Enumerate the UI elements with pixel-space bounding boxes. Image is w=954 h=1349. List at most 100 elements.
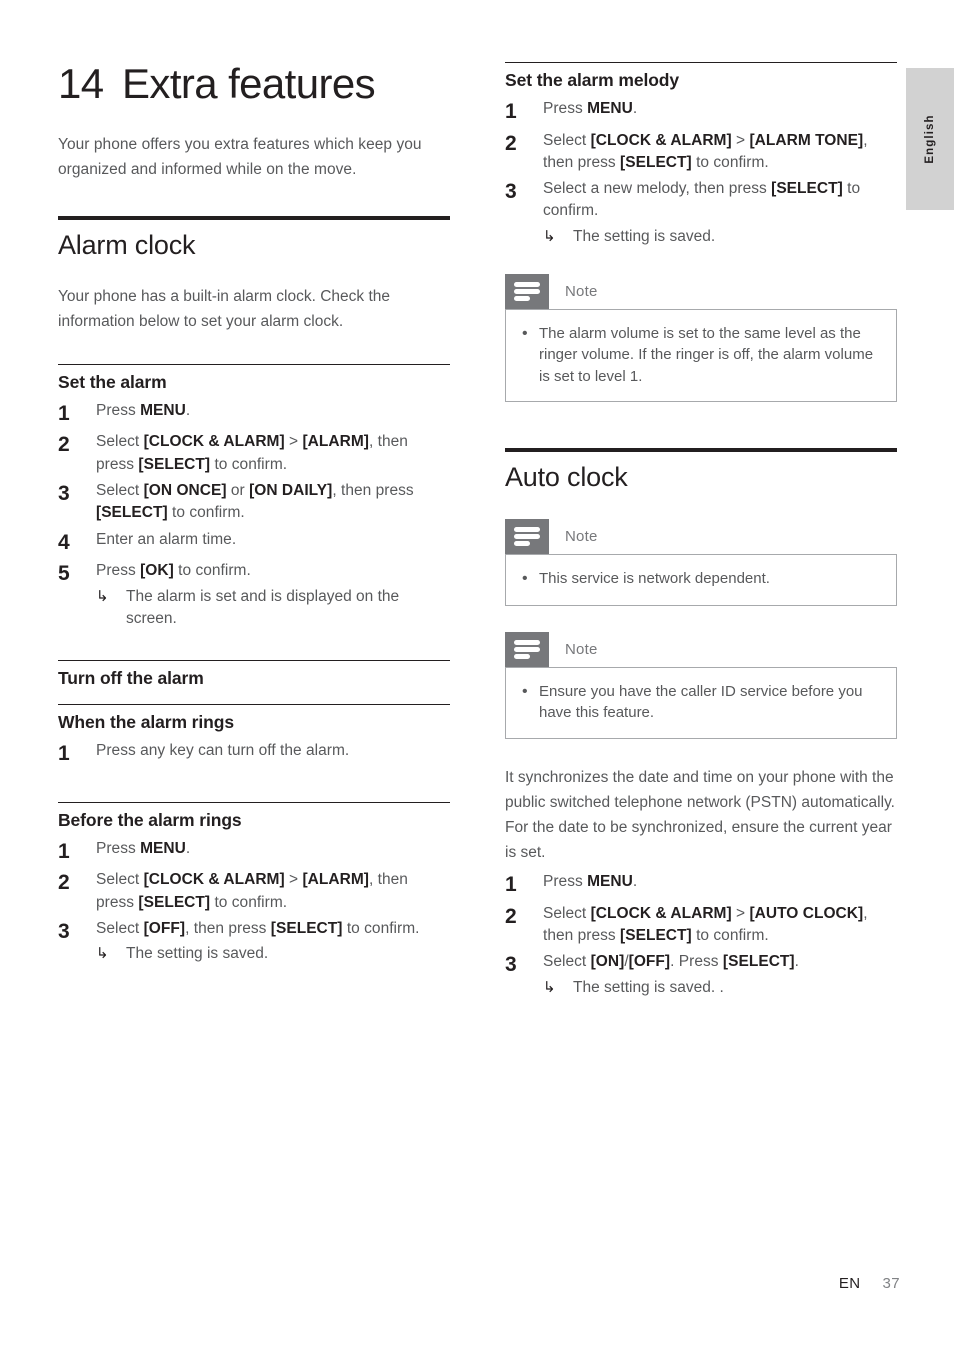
- note-icon-bar-3: [514, 296, 530, 302]
- step-result: ↳ The setting is saved.: [96, 943, 450, 965]
- step-number: 3: [58, 482, 70, 506]
- note-icon-bar-3: [514, 541, 530, 547]
- step-number: 3: [58, 919, 70, 943]
- note-list-item: • The alarm volume is set to the same lev…: [522, 323, 880, 387]
- note-icon-bar-1: [514, 640, 540, 646]
- subsection-rule-before-the-alarm-rings: [58, 801, 450, 803]
- step-number: 3: [505, 953, 517, 977]
- steps-before-the-alarm-rings: 1 Press MENU. 2 Select [CLOCK & ALARM] > [A…: [58, 838, 450, 966]
- subsection-heading-before-the-alarm-rings: Before the alarm rings: [58, 809, 242, 830]
- section-rule-thick-auto-clock: [505, 447, 897, 452]
- result-text: The alarm is set and is displayed on the…: [126, 587, 400, 627]
- step-result: ↳ The setting is saved. .: [543, 977, 897, 999]
- note-item-text: The alarm volume is set to the same leve…: [539, 325, 874, 385]
- step-text: Select [ON]/[OFF]. Press [SELECT].: [543, 953, 799, 971]
- manual-page: English 14 Extra features Your phone off…: [0, 0, 954, 1349]
- note-list-item: • Ensure you have the caller ID service b…: [522, 681, 880, 724]
- result-arrow-icon: ↳: [543, 978, 556, 996]
- footer-locale: EN: [838, 1275, 861, 1292]
- note-list: • This service is network dependent.: [522, 568, 880, 591]
- subsection-rule-when-the-alarm-rings: [58, 704, 450, 706]
- step-number: 3: [505, 180, 517, 204]
- note-icon-bar-2: [514, 647, 540, 653]
- note-icon-bar-2: [514, 534, 540, 540]
- steps-auto-clock: 1 Press MENU. 2 Select [CLOCK & ALARM] > [A…: [505, 871, 897, 999]
- step-result: ↳ The alarm is set and is displayed on th…: [96, 586, 450, 631]
- section-body-alarm-clock: Your phone has a built-in alarm clock. C…: [58, 287, 391, 330]
- note-title: Note: [565, 528, 598, 546]
- step-item: 4 Enter an alarm time.: [58, 529, 450, 557]
- subsection-rule-turn-off-the-alarm: [58, 660, 450, 662]
- step-text: Select [CLOCK & ALARM] > [ALARM], then p…: [96, 871, 408, 911]
- step-number: 5: [58, 562, 70, 586]
- note-box-alarm-volume: Note • The alarm volume is set to the sam…: [505, 274, 897, 402]
- page-footer: EN 37: [0, 1275, 900, 1292]
- note-item-text: Ensure you have the caller ID service be…: [539, 683, 863, 722]
- note-header: Note: [505, 519, 897, 555]
- note-icon-bar-2: [514, 289, 540, 295]
- note-icon-bar-1: [514, 282, 540, 288]
- step-number: 2: [58, 433, 70, 457]
- step-item: 3 Select [ON ONCE] or [ON DAILY], then pr…: [58, 480, 450, 525]
- note-body: • Ensure you have the caller ID service b…: [505, 667, 897, 739]
- right-column: Set the alarm melody 1 Press MENU. 2 Select…: [505, 0, 897, 999]
- note-title: Note: [565, 641, 598, 659]
- note-body: • This service is network dependent.: [505, 554, 897, 607]
- left-column: 14 Extra features Your phone offers you …: [58, 0, 450, 965]
- step-number: 2: [505, 904, 517, 928]
- step-text: Press [OK] to confirm.: [96, 562, 251, 580]
- bullet-icon: •: [522, 325, 528, 343]
- chapter-title: 14 Extra features: [58, 60, 450, 107]
- footer-page-number: 37: [882, 1275, 900, 1292]
- section-body-auto-clock: It synchronizes the date and time on you…: [505, 768, 895, 862]
- note-list: • Ensure you have the caller ID service b…: [522, 681, 880, 724]
- chapter-number: 14: [58, 60, 104, 107]
- step-text: Press MENU.: [543, 99, 638, 117]
- note-list-item: • This service is network dependent.: [522, 568, 880, 591]
- note-box-network-dependent: Note • This service is network dependent.: [505, 519, 897, 607]
- step-text: Select [CLOCK & ALARM] > [ALARM], then p…: [96, 433, 408, 473]
- subsection-heading-when-the-alarm-rings: When the alarm rings: [58, 712, 234, 733]
- step-result: ↳ The setting is saved.: [543, 226, 897, 248]
- note-lines-icon: [505, 274, 549, 310]
- note-icon-bar-3: [514, 654, 530, 660]
- subsection-rule-set-the-alarm-melody: [505, 62, 897, 63]
- step-text: Select a new melody, then press [SELECT]…: [543, 180, 861, 220]
- step-text: Select [CLOCK & ALARM] > [ALARM TONE], t…: [543, 131, 868, 171]
- step-number: 1: [505, 873, 517, 897]
- steps-set-the-alarm: 1 Press MENU. 2 Select [CLOCK & ALARM] > [A…: [58, 400, 450, 631]
- step-number: 2: [58, 871, 70, 895]
- step-text: Enter an alarm time.: [96, 530, 237, 548]
- step-number: 4: [58, 530, 70, 554]
- bullet-icon: •: [522, 570, 528, 588]
- step-item: 3 Select a new melody, then press [SELECT…: [505, 178, 897, 248]
- step-item: 1 Press any key can turn off the alarm.: [58, 740, 450, 768]
- result-arrow-icon: ↳: [543, 227, 556, 245]
- chapter-intro: Your phone offers you extra features whi…: [58, 136, 422, 179]
- subsection-heading-set-the-alarm: Set the alarm: [58, 371, 167, 392]
- subsection-heading-turn-off-the-alarm: Turn off the alarm: [58, 668, 204, 689]
- step-text: Select [CLOCK & ALARM] > [AUTO CLOCK], t…: [543, 904, 868, 945]
- note-header: Note: [505, 274, 897, 310]
- note-icon-bar-1: [514, 527, 540, 533]
- section-rule-thick: [58, 216, 450, 221]
- note-body: • The alarm volume is set to the same lev…: [505, 309, 897, 402]
- step-text: Press any key can turn off the alarm.: [96, 742, 350, 760]
- subsection-heading-set-the-alarm-melody: Set the alarm melody: [505, 70, 680, 90]
- step-number: 2: [505, 131, 517, 155]
- step-item: 1 Press MENU.: [58, 838, 450, 866]
- step-text: Press MENU.: [96, 839, 191, 857]
- step-item: 5 Press [OK] to confirm. ↳ The alarm is set…: [58, 560, 450, 630]
- step-text: Press MENU.: [543, 873, 638, 891]
- steps-set-the-alarm-melody: 1 Press MENU. 2 Select [CLOCK & ALARM] > [A…: [505, 98, 897, 248]
- bullet-icon: •: [522, 683, 528, 701]
- step-text: Press MENU.: [96, 401, 191, 419]
- note-item-text: This service is network dependent.: [539, 570, 770, 588]
- note-header: Note: [505, 632, 897, 668]
- step-item: 2 Select [CLOCK & ALARM] > [ALARM], then …: [58, 869, 450, 914]
- result-text: The setting is saved. .: [573, 978, 724, 996]
- step-item: 2 Select [CLOCK & ALARM] > [ALARM TONE], …: [505, 130, 897, 175]
- result-text: The setting is saved.: [126, 945, 269, 963]
- step-item: 3 Select [OFF], then press [SELECT] to co…: [58, 918, 450, 966]
- step-text: Select [ON ONCE] or [ON DAILY], then pre…: [96, 482, 414, 522]
